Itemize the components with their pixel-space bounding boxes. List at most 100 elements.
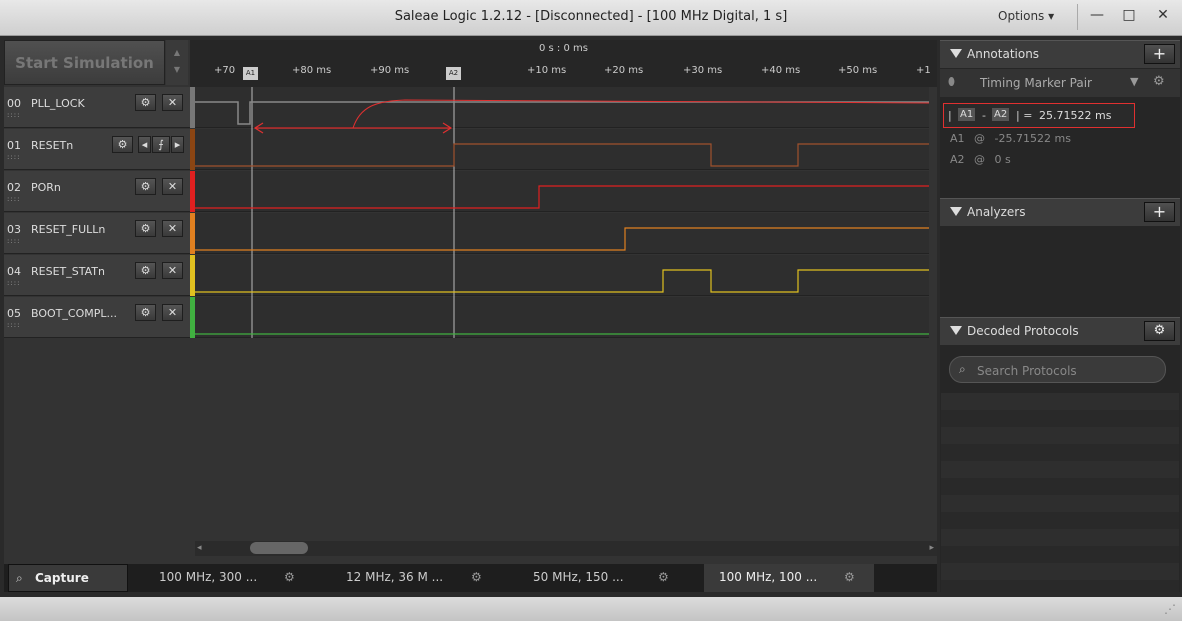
- tab-session-active[interactable]: 100 MHz, 100 ... ⚙: [704, 564, 874, 592]
- measure-minus: -: [982, 109, 986, 122]
- close-icon[interactable]: ✕: [162, 178, 183, 195]
- add-analyzer-button[interactable]: +: [1144, 202, 1175, 222]
- a1-row: A1 @ -25.71522 ms: [950, 132, 1071, 145]
- pin-icon: ⬮: [948, 75, 955, 88]
- channel-name: RESET_STATn: [31, 265, 105, 278]
- close-icon[interactable]: ✕: [162, 220, 183, 237]
- next-edge-icon[interactable]: ▸: [171, 136, 184, 153]
- channel-label-row[interactable]: 02 :::: PORn ⚙ ✕: [4, 171, 190, 212]
- measure-value: 25.71522 ms: [1039, 109, 1112, 122]
- gear-icon[interactable]: ⚙: [658, 564, 669, 590]
- add-annotation-button[interactable]: +: [1144, 44, 1175, 64]
- gear-icon[interactable]: ⚙: [135, 94, 156, 111]
- marker-a2[interactable]: A2: [446, 67, 461, 80]
- decoded-protocols-title: Decoded Protocols: [967, 324, 1079, 338]
- gear-icon[interactable]: ⚙: [284, 564, 295, 590]
- marker-a1[interactable]: A1: [243, 67, 258, 80]
- drag-handle-icon[interactable]: ::::: [7, 111, 20, 119]
- dropdown-icon[interactable]: ▼: [1130, 75, 1138, 88]
- ruler-label: +30 ms: [683, 65, 723, 76]
- gear-icon[interactable]: ⚙: [112, 136, 133, 153]
- trace-reset-statn: [195, 269, 929, 293]
- collapse-icon[interactable]: [950, 326, 962, 335]
- annotations-title: Annotations: [967, 47, 1040, 61]
- gear-icon[interactable]: ⚙: [135, 304, 156, 321]
- options-menu[interactable]: Options ▾: [998, 9, 1054, 23]
- close-icon[interactable]: ✕: [162, 94, 183, 111]
- scroll-down-icon[interactable]: ▼: [166, 65, 188, 74]
- annotations-header[interactable]: Annotations +: [940, 40, 1180, 68]
- capture-icon: ⌕: [16, 571, 23, 585]
- tab-session[interactable]: 100 MHz, 300 ... ⚙: [144, 564, 314, 592]
- scroll-left-icon[interactable]: ◂: [197, 543, 202, 553]
- channel-name: PORn: [31, 181, 61, 194]
- analyzers-title: Analyzers: [967, 205, 1026, 219]
- drag-handle-icon[interactable]: ::::: [7, 195, 20, 203]
- ruler-label: +40 ms: [761, 65, 801, 76]
- tab-capture[interactable]: ⌕ Capture: [8, 564, 128, 592]
- drag-handle-icon[interactable]: ::::: [7, 321, 20, 329]
- start-simulation-button[interactable]: Start Simulation: [4, 40, 165, 85]
- scroll-up-icon[interactable]: ▲: [166, 48, 188, 57]
- decoded-protocols-header[interactable]: Decoded Protocols ⚙: [940, 317, 1180, 345]
- time-ruler[interactable]: 0 s : 0 ms +70 +80 ms +90 ms +10 ms +20 …: [190, 40, 937, 87]
- channel-label-row[interactable]: 03 :::: RESET_FULLn ⚙ ✕: [4, 213, 190, 254]
- search-protocols-input[interactable]: ⌕ Search Protocols: [949, 356, 1166, 383]
- drag-handle-icon[interactable]: ::::: [7, 237, 20, 245]
- tab-session[interactable]: 12 MHz, 36 M ... ⚙: [331, 564, 501, 592]
- channel-name: BOOT_COMPL...: [31, 307, 117, 320]
- timing-marker-row[interactable]: ⬮ Timing Marker Pair ▼ ⚙: [940, 69, 1180, 97]
- decoded-settings-button[interactable]: ⚙: [1144, 321, 1175, 341]
- analyzers-header[interactable]: Analyzers +: [940, 198, 1180, 226]
- edge-trigger-icon[interactable]: ⨍: [152, 136, 170, 153]
- trace-porn: [195, 185, 929, 209]
- trace-resetn: [195, 143, 929, 167]
- ruler-label: +80 ms: [292, 65, 332, 76]
- gear-icon[interactable]: ⚙: [135, 262, 156, 279]
- scrollbar-thumb[interactable]: [250, 542, 308, 554]
- channel-label-row[interactable]: 00 :::: PLL_LOCK ⚙ ✕: [4, 87, 190, 128]
- tab-session[interactable]: 50 MHz, 150 ... ⚙: [518, 564, 688, 592]
- measure-equals: | =: [1016, 109, 1033, 122]
- tab-label: 12 MHz, 36 M ...: [346, 570, 444, 584]
- resize-grip-icon[interactable]: ⋰: [1164, 602, 1176, 616]
- close-icon[interactable]: ✕: [162, 304, 183, 321]
- a2-value: 0 s: [994, 153, 1011, 166]
- gear-icon[interactable]: ⚙: [135, 220, 156, 237]
- gear-icon: ⚙: [1153, 323, 1166, 338]
- channel-number: 00: [7, 97, 21, 110]
- measure-a2-chip: A2: [992, 108, 1010, 121]
- scroll-right-icon[interactable]: ▸: [929, 543, 934, 553]
- channel-name: RESET_FULLn: [31, 223, 106, 236]
- collapse-icon[interactable]: [950, 207, 962, 216]
- drag-handle-icon[interactable]: ::::: [7, 153, 20, 161]
- horizontal-scrollbar[interactable]: ◂ ▸: [195, 541, 937, 556]
- tab-label: 100 MHz, 100 ...: [719, 570, 818, 584]
- at-symbol: @: [974, 132, 986, 145]
- gear-icon[interactable]: ⚙: [1153, 74, 1165, 89]
- prev-edge-icon[interactable]: ◂: [138, 136, 151, 153]
- channel-label-row[interactable]: 05 :::: BOOT_COMPL... ⚙ ✕: [4, 297, 190, 338]
- channel-scroll-arrows[interactable]: ▲ ▼: [166, 40, 188, 85]
- maximize-button[interactable]: □: [1118, 6, 1140, 26]
- close-icon[interactable]: ✕: [162, 262, 183, 279]
- measurement-box: | A1 - A2 | = 25.71522 ms: [943, 103, 1135, 128]
- a1-label: A1: [950, 132, 965, 145]
- decoded-protocols-list: [941, 393, 1179, 592]
- drag-handle-icon[interactable]: ::::: [7, 279, 20, 287]
- annotation-leader: [352, 99, 929, 129]
- channel-label-row[interactable]: 04 :::: RESET_STATn ⚙ ✕: [4, 255, 190, 296]
- minimize-button[interactable]: —: [1086, 6, 1108, 26]
- gear-icon[interactable]: ⚙: [135, 178, 156, 195]
- channel-label-row[interactable]: 01 :::: RESETn ⚙ ◂ ⨍ ▸: [4, 129, 190, 170]
- capture-tabs: ⌕ Capture 100 MHz, 300 ... ⚙ 12 MHz, 36 …: [4, 564, 937, 592]
- title-separator: [1077, 4, 1078, 30]
- gear-icon[interactable]: ⚙: [844, 564, 855, 590]
- channel-number: 03: [7, 223, 21, 236]
- tab-label: 100 MHz, 300 ...: [159, 570, 258, 584]
- close-button[interactable]: ✕: [1152, 6, 1174, 26]
- a1-value: -25.71522 ms: [994, 132, 1071, 145]
- collapse-icon[interactable]: [950, 49, 962, 58]
- gear-icon[interactable]: ⚙: [471, 564, 482, 590]
- ruler-label: +1: [916, 65, 931, 76]
